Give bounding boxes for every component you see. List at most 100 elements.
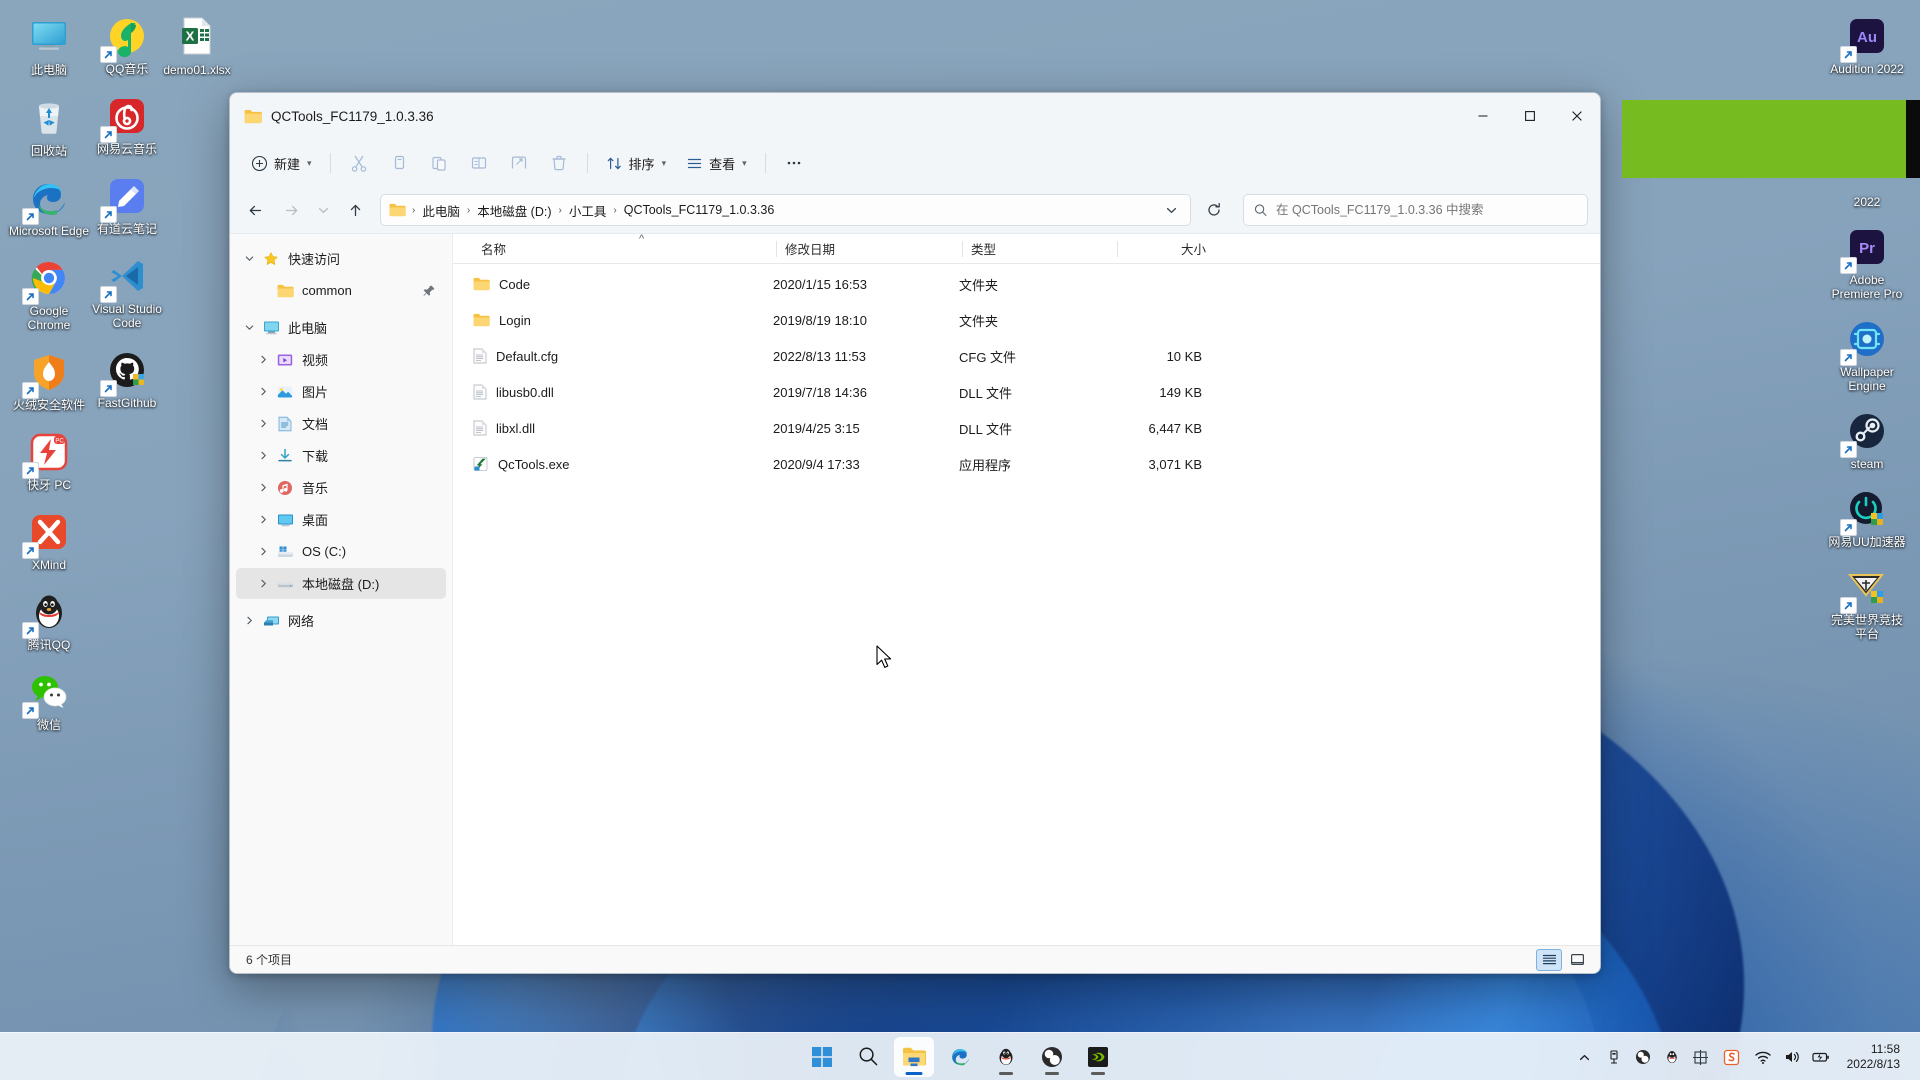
taskbar-tencent-qq[interactable] xyxy=(986,1037,1026,1077)
taskbar-nvidia-app[interactable] xyxy=(1078,1037,1118,1077)
breadcrumb-item-this-pc[interactable]: 此电脑 xyxy=(416,198,466,223)
minimize-button[interactable] xyxy=(1459,93,1506,139)
desktop-icon-recycle-bin[interactable]: 回收站 xyxy=(6,89,92,160)
table-row[interactable]: libxl.dll 2019/4/25 3:15 DLL 文件 6,447 KB xyxy=(457,410,1596,446)
sidebar-item-os-c[interactable]: OS (C:) xyxy=(236,536,446,567)
taskbar-search-button[interactable] xyxy=(848,1037,888,1077)
desktop-icon-steam[interactable]: steam xyxy=(1824,403,1910,473)
wifi-button[interactable] xyxy=(1750,1041,1776,1073)
show-hidden-icons-button[interactable] xyxy=(1572,1041,1598,1073)
table-row[interactable]: Default.cfg 2022/8/13 11:53 CFG 文件 10 KB xyxy=(457,338,1596,374)
search-box[interactable] xyxy=(1243,194,1588,226)
desktop-icon-microsoft-edge[interactable]: Microsoft Edge xyxy=(6,170,92,240)
breadcrumb-bar[interactable]: › 此电脑 › 本地磁盘 (D:) › 小工具 › QCTools_FC1179… xyxy=(380,194,1191,226)
rename-button[interactable] xyxy=(460,147,498,179)
desktop-icon-adobe-audition[interactable]: Au Audition 2022 xyxy=(1824,8,1910,78)
pin-icon[interactable] xyxy=(422,284,436,298)
search-input[interactable] xyxy=(1276,203,1577,217)
chevron-right-icon[interactable] xyxy=(238,615,260,626)
desktop-icon-this-pc[interactable]: 此电脑 xyxy=(6,8,92,79)
sidebar-item-local-disk-d[interactable]: 本地磁盘 (D:) xyxy=(236,568,446,599)
large-icons-view-button[interactable] xyxy=(1564,949,1590,971)
sidebar-item-desktop[interactable]: 桌面 xyxy=(236,504,446,535)
sidebar-item-network[interactable]: 网络 xyxy=(236,605,446,636)
refresh-button[interactable] xyxy=(1197,194,1231,226)
sidebar-item-downloads[interactable]: 下载 xyxy=(236,440,446,471)
view-button[interactable]: 查看 ▾ xyxy=(677,147,756,179)
qq-tray-icon[interactable] xyxy=(1659,1041,1685,1073)
breadcrumb-item-tools[interactable]: 小工具 xyxy=(563,198,613,223)
sidebar-item-documents[interactable]: 文档 xyxy=(236,408,446,439)
table-row[interactable]: QcTools.exe 2020/9/4 17:33 应用程序 3,071 KB xyxy=(457,446,1596,482)
taskbar-obs-studio[interactable] xyxy=(1032,1037,1072,1077)
chevron-right-icon[interactable] xyxy=(252,578,274,589)
desktop-icon-kuaiya-pc[interactable]: PC 快牙 PC xyxy=(6,424,92,494)
column-header-size[interactable]: 大小 xyxy=(1118,234,1218,264)
table-row[interactable]: libusb0.dll 2019/7/18 14:36 DLL 文件 149 K… xyxy=(457,374,1596,410)
sogou-ime-tray-icon[interactable] xyxy=(1688,1041,1714,1073)
chevron-down-icon[interactable] xyxy=(238,322,260,333)
taskbar-start-button[interactable] xyxy=(802,1037,842,1077)
up-button[interactable] xyxy=(338,194,372,226)
desktop-icon-vscode[interactable]: Visual Studio Code xyxy=(84,248,170,332)
column-header-name[interactable]: 名称 ^ xyxy=(473,233,777,264)
maximize-button[interactable] xyxy=(1506,93,1553,139)
desktop-icon-wallpaper-engine[interactable]: Wallpaper Engine xyxy=(1824,311,1910,395)
desktop-icon-adobe-premiere-pro[interactable]: Pr Adobe Premiere Pro xyxy=(1824,219,1910,303)
volume-button[interactable] xyxy=(1779,1041,1805,1073)
delete-button[interactable] xyxy=(540,147,578,179)
close-button[interactable] xyxy=(1553,93,1600,139)
desktop-icon-huorong-security[interactable]: 火绒安全软件 xyxy=(6,344,92,414)
sidebar-item-pictures[interactable]: 图片 xyxy=(236,376,446,407)
desktop-icon-xmind[interactable]: XMind xyxy=(6,504,92,574)
desktop-icon-perfect-world-arena[interactable]: 完美世界竞技平台 xyxy=(1824,559,1910,643)
address-history-button[interactable] xyxy=(1158,197,1184,223)
window-titlebar[interactable]: QCTools_FC1179_1.0.3.36 xyxy=(230,93,1600,139)
sidebar-item-this-pc[interactable]: 此电脑 xyxy=(236,312,446,343)
usb-eject-tray-icon[interactable] xyxy=(1601,1041,1627,1073)
chevron-right-icon[interactable] xyxy=(252,546,274,557)
desktop-icon-google-chrome[interactable]: Google Chrome xyxy=(6,250,92,334)
desktop-icon-wechat[interactable]: 微信 xyxy=(6,664,92,734)
more-options-button[interactable] xyxy=(775,147,813,179)
chevron-down-icon[interactable] xyxy=(238,253,260,264)
chevron-right-icon[interactable] xyxy=(252,386,274,397)
navigation-pane[interactable]: 快速访问 common 此电脑 视频 图片 文档 下载 音乐 桌面 OS (C:… xyxy=(230,234,453,945)
desktop-icon-demo01-xlsx[interactable]: X demo01.xlsx xyxy=(154,8,240,79)
breadcrumb-item-local-disk-d[interactable]: 本地磁盘 (D:) xyxy=(471,198,557,223)
battery-button[interactable] xyxy=(1808,1041,1834,1073)
desktop-icon-tencent-qq[interactable]: 腾讯QQ xyxy=(6,584,92,654)
cut-button[interactable] xyxy=(340,147,378,179)
chevron-right-icon[interactable] xyxy=(252,450,274,461)
desktop-icon-netease-cloud-music[interactable]: 网易云音乐 xyxy=(84,88,170,158)
new-button[interactable]: 新建 ▾ xyxy=(242,147,321,179)
copy-button[interactable] xyxy=(380,147,418,179)
chevron-right-icon[interactable] xyxy=(252,418,274,429)
chevron-right-icon[interactable] xyxy=(252,354,274,365)
column-header-type[interactable]: 类型 xyxy=(963,234,1118,264)
obs-tray-icon[interactable] xyxy=(1630,1041,1656,1073)
share-button[interactable] xyxy=(500,147,538,179)
taskbar-file-explorer[interactable] xyxy=(894,1036,934,1077)
sort-button[interactable]: 排序 ▾ xyxy=(597,147,676,179)
sidebar-item-common[interactable]: common xyxy=(236,275,446,306)
table-row[interactable]: Code 2020/1/15 16:53 文件夹 xyxy=(457,266,1596,302)
recent-locations-button[interactable] xyxy=(310,194,336,226)
chevron-right-icon[interactable] xyxy=(252,514,274,525)
breadcrumb-item-current[interactable]: QCTools_FC1179_1.0.3.36 xyxy=(618,200,781,220)
desktop-icon-youdao-note[interactable]: 有道云笔记 xyxy=(84,168,170,238)
taskbar-microsoft-edge[interactable] xyxy=(940,1037,980,1077)
forward-button[interactable] xyxy=(274,194,308,226)
taskbar-clock[interactable]: 11:58 2022/8/13 xyxy=(1837,1037,1908,1077)
sidebar-item-videos[interactable]: 视频 xyxy=(236,344,446,375)
sogou-tray-icon[interactable] xyxy=(1717,1041,1747,1073)
chevron-right-icon[interactable] xyxy=(252,482,274,493)
sidebar-item-music[interactable]: 音乐 xyxy=(236,472,446,503)
sidebar-item-quick-access[interactable]: 快速访问 xyxy=(236,243,446,274)
paste-button[interactable] xyxy=(420,147,458,179)
table-row[interactable]: Login 2019/8/19 18:10 文件夹 xyxy=(457,302,1596,338)
back-button[interactable] xyxy=(238,194,272,226)
desktop-icon-netease-uu-booster[interactable]: 网易UU加速器 xyxy=(1824,481,1910,551)
details-view-button[interactable] xyxy=(1536,948,1562,971)
desktop-icon-fastgithub[interactable]: FastGithub xyxy=(84,342,170,412)
